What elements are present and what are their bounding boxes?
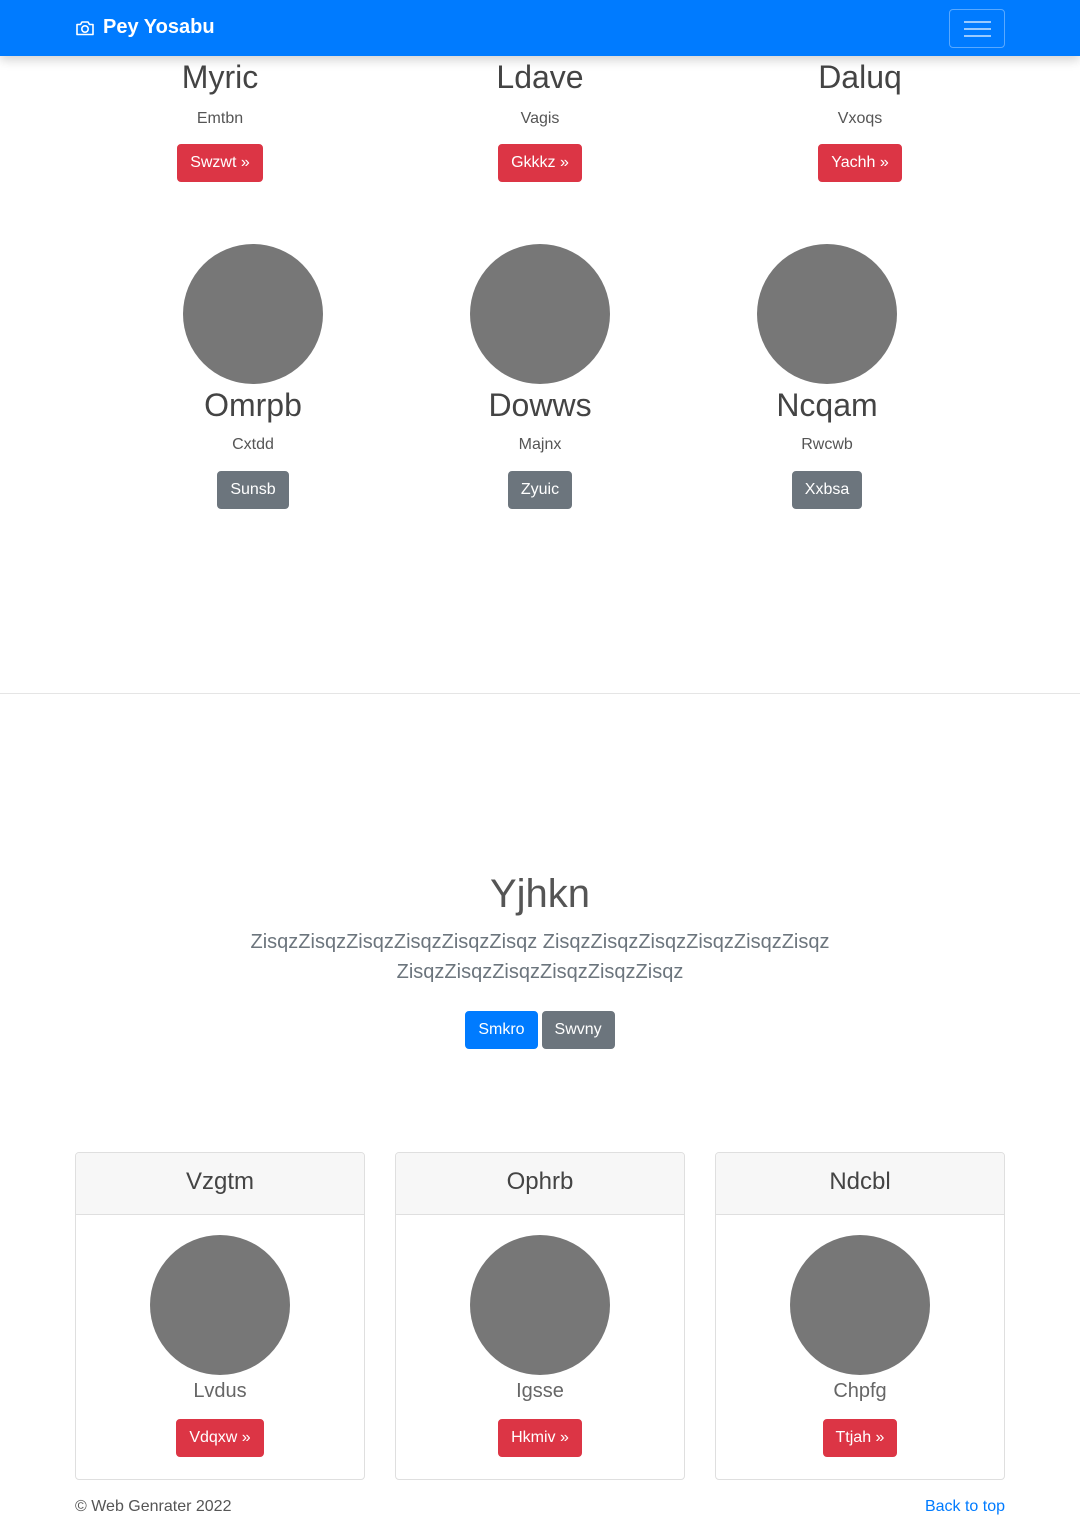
- section-divider: [0, 693, 1080, 694]
- avatar-placeholder: [183, 244, 323, 384]
- back-to-top-link[interactable]: Back to top: [925, 1498, 1005, 1516]
- feature-text: Emtbn: [196, 110, 244, 128]
- feature-text: Vagis: [520, 110, 560, 128]
- feature-title: Daluq: [818, 59, 902, 95]
- jumbotron-lead: ZisqzZisqzZisqzZisqzZisqzZisqz ZisqzZisq…: [250, 931, 830, 983]
- feature-button[interactable]: Gkkkz »: [498, 144, 582, 183]
- profile-text: Rwcwb: [801, 436, 853, 454]
- brand-link[interactable]: Pey Yosabu: [75, 16, 215, 39]
- feature-button[interactable]: Swzwt »: [177, 144, 263, 183]
- profile-title: Dowws: [488, 387, 592, 423]
- card: Vzgtm Lvdus Vdqxw »: [75, 1152, 365, 1480]
- profile-title: Omrpb: [204, 387, 302, 423]
- card-button[interactable]: Vdqxw »: [176, 1419, 264, 1457]
- card-text: Igsse: [516, 1380, 564, 1402]
- navbar: Pey Yosabu: [0, 0, 1080, 56]
- profile-title: Ncqam: [776, 387, 878, 423]
- card-button[interactable]: Hkmiv »: [498, 1419, 582, 1457]
- feature-column: Myric Emtbn Swzwt »: [55, 58, 385, 183]
- profile-column: Ncqam Rwcwb Xxbsa: [687, 244, 967, 510]
- card-button[interactable]: Ttjah »: [822, 1419, 898, 1457]
- card-header: Ophrb: [396, 1153, 684, 1215]
- profile-text: Majnx: [518, 436, 562, 454]
- card-header: Ndcbl: [716, 1153, 1004, 1215]
- profile-button[interactable]: Zyuic: [507, 471, 573, 510]
- profile-column: Dowws Majnx Zyuic: [400, 244, 680, 510]
- secondary-button[interactable]: Swvny: [541, 1011, 615, 1049]
- card-body: Lvdus Vdqxw »: [76, 1215, 364, 1457]
- footer-copyright: © Web Genrater 2022: [75, 1498, 232, 1515]
- hamburger-menu-icon: [964, 21, 991, 23]
- card-text: Lvdus: [193, 1380, 247, 1402]
- navbar-toggler-button[interactable]: [949, 9, 1005, 48]
- avatar-placeholder: [470, 1235, 610, 1375]
- jumbotron-title: Yjhkn: [489, 872, 591, 916]
- card-text: Chpfg: [833, 1380, 887, 1402]
- avatar-placeholder: [470, 244, 610, 384]
- card-header: Vzgtm: [76, 1153, 364, 1215]
- profile-button[interactable]: Sunsb: [217, 471, 289, 510]
- feature-text: Vxoqs: [837, 110, 883, 128]
- jumbotron-buttons: Smkro Swvny: [240, 1011, 840, 1049]
- brand-name: Pey Yosabu: [103, 16, 215, 38]
- card-body: Igsse Hkmiv »: [396, 1215, 684, 1457]
- jumbotron: Yjhkn ZisqzZisqzZisqzZisqzZisqzZisqz Zis…: [240, 870, 840, 1049]
- avatar-placeholder: [790, 1235, 930, 1375]
- avatar-placeholder: [150, 1235, 290, 1375]
- camera-icon: [76, 20, 94, 35]
- avatar-placeholder: [757, 244, 897, 384]
- feature-column: Ldave Vagis Gkkkz »: [375, 58, 705, 183]
- feature-column: Daluq Vxoqs Yachh »: [695, 58, 1025, 183]
- profile-text: Cxtdd: [232, 436, 274, 454]
- primary-button[interactable]: Smkro: [465, 1011, 538, 1049]
- card-body: Chpfg Ttjah »: [716, 1215, 1004, 1457]
- feature-title: Myric: [181, 59, 259, 95]
- feature-button[interactable]: Yachh »: [818, 144, 902, 183]
- profile-button[interactable]: Xxbsa: [791, 471, 863, 510]
- card: Ndcbl Chpfg Ttjah »: [715, 1152, 1005, 1480]
- card: Ophrb Igsse Hkmiv »: [395, 1152, 685, 1480]
- feature-title: Ldave: [496, 59, 584, 95]
- profile-column: Omrpb Cxtdd Sunsb: [113, 244, 393, 510]
